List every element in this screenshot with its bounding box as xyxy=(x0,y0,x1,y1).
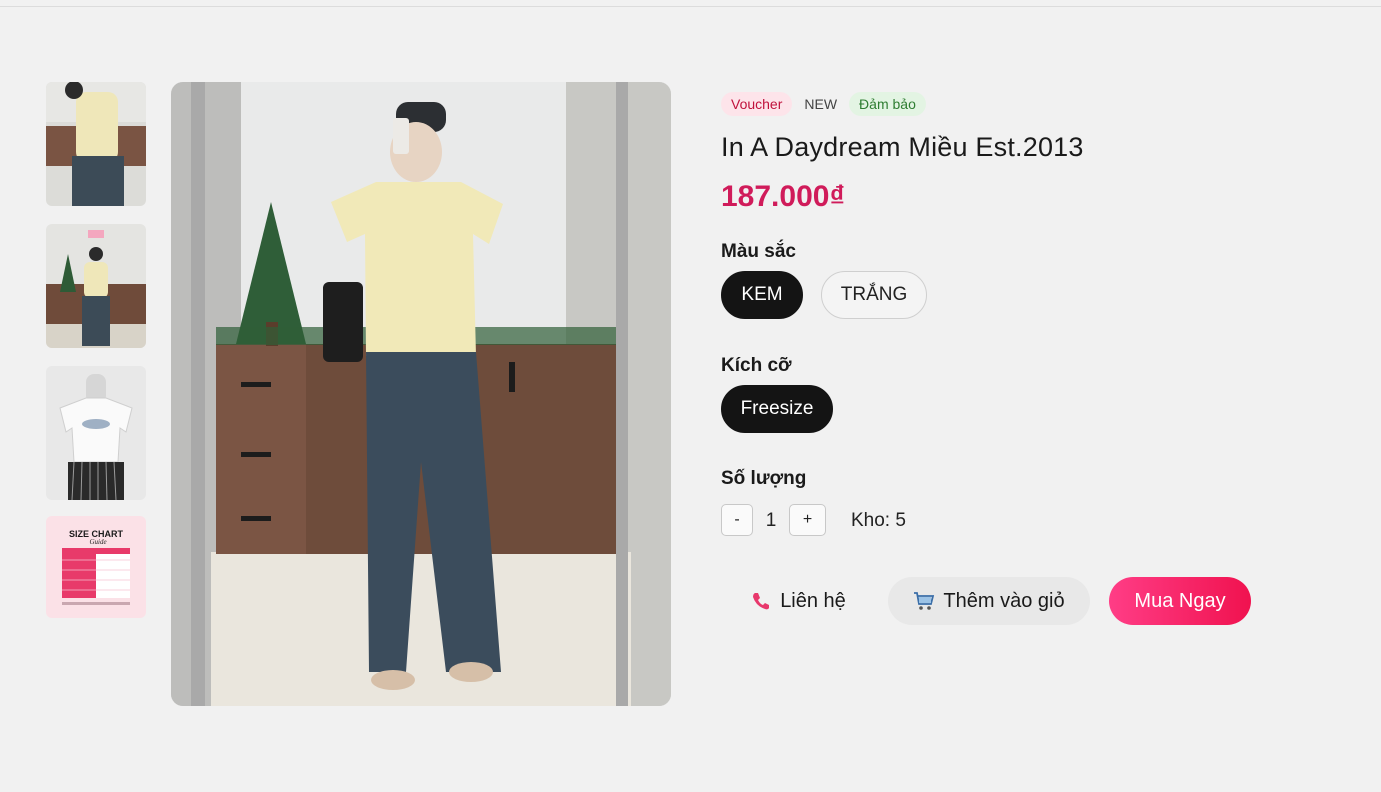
phone-icon xyxy=(750,590,772,612)
add-to-cart-button[interactable]: Thêm vào giỏ xyxy=(888,577,1090,625)
guarantee-badge: Đảm bảo xyxy=(849,92,926,116)
size-option-freesize[interactable]: Freesize xyxy=(721,385,833,433)
product-title: In A Daydream Miều Est.2013 xyxy=(721,132,1084,162)
quantity-label: Số lượng xyxy=(721,468,807,489)
thumbnail-1[interactable] xyxy=(46,82,146,206)
main-product-image[interactable] xyxy=(171,82,671,706)
contact-label: Liên hệ xyxy=(780,589,846,612)
product-price: 187.000₫ xyxy=(721,180,845,213)
add-to-cart-label: Thêm vào giỏ xyxy=(943,589,1065,612)
voucher-badge[interactable]: Voucher xyxy=(721,92,793,116)
color-option-trang[interactable]: TRẮNG xyxy=(821,271,927,319)
color-option-kem[interactable]: KEM xyxy=(721,271,803,319)
size-label: Kích cỡ xyxy=(721,355,792,376)
new-badge: NEW xyxy=(804,96,838,112)
quantity-decrease-button[interactable]: - xyxy=(721,504,753,536)
top-divider xyxy=(0,6,1381,7)
thumbnail-size-chart[interactable]: SIZE CHART Guide xyxy=(46,516,146,618)
thumbnail-2[interactable] xyxy=(46,224,146,348)
contact-button[interactable]: Liên hệ xyxy=(729,577,867,625)
quantity-increase-button[interactable]: + xyxy=(789,504,826,536)
buy-now-button[interactable]: Mua Ngay xyxy=(1109,577,1251,625)
quantity-value: 1 xyxy=(765,510,777,531)
color-label: Màu sắc xyxy=(721,241,796,262)
stock-count: Kho: 5 xyxy=(851,510,906,531)
thumbnail-3[interactable] xyxy=(46,366,146,500)
cart-icon xyxy=(913,590,935,612)
size-chart-subtitle: Guide xyxy=(89,538,106,546)
badge-row: Voucher NEW Đảm bảo xyxy=(721,92,926,116)
